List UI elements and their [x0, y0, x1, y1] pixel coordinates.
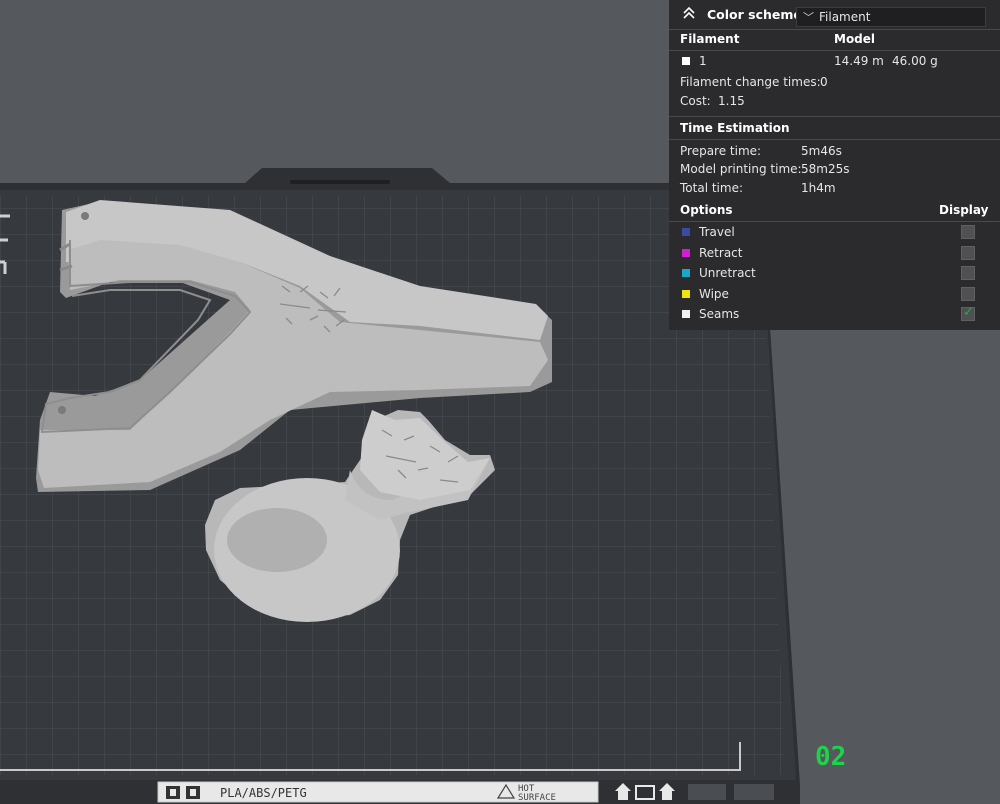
plate-material-label: PLA/ABS/PETG	[220, 786, 307, 800]
filament-weight: 46.00 g	[892, 54, 938, 68]
filament-change-row: Filament change times: 0	[669, 72, 1000, 92]
collapse-chevron-icon[interactable]	[682, 6, 696, 20]
model-column-header: Model	[834, 32, 876, 46]
option-travel[interactable]: Travel	[669, 222, 1000, 242]
filament-length: 14.49 m	[834, 54, 884, 68]
color-scheme-label: Color scheme	[707, 7, 802, 22]
time-value: 58m25s	[801, 162, 850, 176]
display-header: Display	[939, 203, 989, 217]
wipe-display-checkbox[interactable]	[961, 287, 975, 301]
seams-display-checkbox[interactable]	[961, 305, 975, 321]
options-header: Options	[680, 203, 733, 217]
option-label: Travel	[699, 225, 735, 239]
time-label: Model printing time:	[680, 162, 802, 176]
filament-index: 1	[699, 54, 707, 68]
time-value: 5m46s	[801, 144, 842, 158]
filament-row: 1 14.49 m 46.00 g	[669, 51, 1000, 71]
retract-color-swatch	[682, 249, 690, 257]
option-label: Wipe	[699, 287, 729, 301]
time-label: Total time:	[680, 181, 743, 195]
time-label: Prepare time:	[680, 144, 762, 158]
wipe-color-swatch	[682, 290, 690, 298]
plate-number: 02	[815, 742, 846, 772]
cost-row: Cost: 1.15	[669, 91, 1000, 111]
option-label: Unretract	[699, 266, 756, 280]
travel-display-checkbox[interactable]	[961, 225, 975, 239]
travel-color-swatch	[682, 228, 690, 236]
cost-value: 1.15	[718, 94, 745, 108]
unretract-display-checkbox[interactable]	[961, 266, 975, 280]
color-scheme-value: Filament	[819, 10, 871, 24]
chevron-down-icon: ﹀	[803, 11, 814, 24]
option-retract[interactable]: Retract	[669, 243, 1000, 263]
filament-column-header: Filament	[680, 32, 740, 46]
option-wipe[interactable]: Wipe	[669, 284, 1000, 304]
filament-change-label: Filament change times:	[680, 75, 821, 89]
time-row-model-printing: Model printing time: 58m25s	[669, 159, 1000, 179]
option-label: Retract	[699, 246, 743, 260]
filament-change-value: 0	[820, 75, 828, 89]
legend-panel: Color scheme ﹀ Filament Filament Model 1…	[669, 0, 1000, 330]
cost-label: Cost:	[680, 94, 711, 108]
filament-color-swatch	[682, 57, 690, 65]
retract-display-checkbox[interactable]	[961, 246, 975, 260]
time-estimation-title: Time Estimation	[680, 121, 790, 135]
option-label: Seams	[699, 307, 740, 321]
option-seams[interactable]: Seams	[669, 304, 1000, 324]
color-scheme-dropdown[interactable]: ﹀ Filament	[796, 7, 986, 27]
plate-surface-label: SURFACE	[518, 793, 556, 803]
seams-color-swatch	[682, 310, 690, 318]
time-value: 1h4m	[801, 181, 836, 195]
time-row-prepare: Prepare time: 5m46s	[669, 141, 1000, 161]
unretract-color-swatch	[682, 269, 690, 277]
option-unretract[interactable]: Unretract	[669, 263, 1000, 283]
time-row-total: Total time: 1h4m	[669, 178, 1000, 198]
